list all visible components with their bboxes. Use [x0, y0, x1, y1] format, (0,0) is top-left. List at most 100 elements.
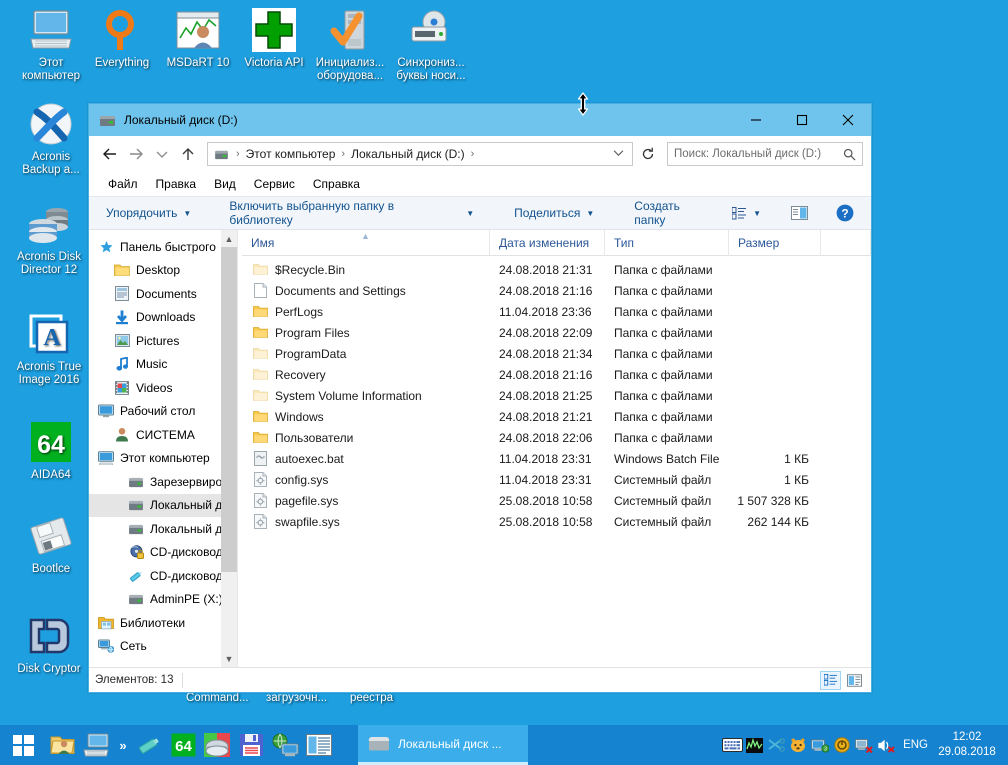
desktop-icon-acronis-disk-director[interactable]: Acronis Disk Director 12 — [2, 200, 96, 277]
nav-item-9[interactable]: Этот компьютер — [89, 447, 237, 471]
file-name-cell[interactable]: swapfile.sys — [242, 514, 490, 529]
on-screen-keyboard-icon[interactable] — [721, 725, 743, 765]
file-list[interactable]: $Recycle.Bin24.08.2018 21:31Папка с файл… — [242, 256, 871, 667]
table-row[interactable]: Documents and Settings24.08.2018 21:16Па… — [242, 280, 871, 301]
recent-locations-chevron-down-icon[interactable] — [149, 141, 175, 167]
nav-item-17[interactable]: Сеть — [89, 635, 237, 659]
file-name-cell[interactable]: ProgramData — [242, 347, 490, 361]
nav-item-14[interactable]: CD-дисковод ( — [89, 564, 237, 588]
table-row[interactable]: PerfLogs11.04.2018 23:36Папка с файлами — [242, 301, 871, 322]
table-row[interactable]: swapfile.sys25.08.2018 10:58Системный фа… — [242, 511, 871, 532]
taskbar[interactable]: » 64 — [0, 725, 1008, 765]
explorer-window[interactable]: Локальный диск (D:) — [88, 103, 872, 693]
column-header-3[interactable]: Размер — [729, 230, 821, 256]
nav-item-7[interactable]: Рабочий стол — [89, 400, 237, 424]
forward-arrow-icon[interactable] — [123, 141, 149, 167]
table-row[interactable]: Program Files24.08.2018 22:09Папка с фай… — [242, 322, 871, 343]
volume-muted-icon[interactable] — [875, 725, 897, 765]
address-bar[interactable]: › Этот компьютер › Локальный диск (D:) › — [207, 142, 633, 166]
nav-item-16[interactable]: Библиотеки — [89, 611, 237, 635]
view-options-button[interactable]: ▼ — [723, 202, 770, 225]
nav-item-4[interactable]: Pictures — [89, 329, 237, 353]
file-name-cell[interactable]: Recovery — [242, 368, 490, 382]
file-name-cell[interactable]: Program Files — [242, 326, 490, 340]
column-header-2[interactable]: Тип — [605, 230, 729, 256]
taskbar-overflow-chevron[interactable]: » — [114, 738, 132, 753]
nav-item-6[interactable]: Videos — [89, 376, 237, 400]
nav-item-1[interactable]: Desktop — [89, 259, 237, 283]
desktop-icon-aida64[interactable]: 64 AIDA64 — [8, 418, 94, 482]
nav-item-15[interactable]: AdminPE (X:) — [89, 588, 237, 612]
desktop-icon-everything[interactable]: Everything — [79, 6, 165, 70]
menu-edit[interactable]: Правка — [147, 175, 206, 193]
menu-file[interactable]: Файл — [99, 175, 147, 193]
taskbar-aida64-button[interactable]: 64 — [166, 725, 200, 765]
file-name-cell[interactable]: PerfLogs — [242, 305, 490, 319]
large-icons-view-icon[interactable] — [844, 671, 865, 690]
breadcrumb-local-disk-d[interactable]: Локальный диск (D:) — [349, 147, 467, 161]
clock[interactable]: 12:02 29.08.2018 — [938, 730, 1004, 760]
network-share-icon[interactable]: 3 — [809, 725, 831, 765]
table-row[interactable]: autoexec.bat11.04.2018 23:31Windows Batc… — [242, 448, 871, 469]
desktop-icon-victoria-api[interactable]: Victoria API — [231, 6, 317, 70]
desktop-icon-acronis-true-image[interactable]: A Acronis True Image 2016 — [2, 310, 96, 387]
nav-item-13[interactable]: CD-дисковод ( — [89, 541, 237, 565]
breadcrumb-this-pc[interactable]: Этот компьютер — [244, 147, 338, 161]
file-pane[interactable]: ▲ИмяДата измененияТипРазмер $Recycle.Bin… — [242, 230, 871, 667]
menu-tools[interactable]: Сервис — [245, 175, 304, 193]
nav-item-5[interactable]: Music — [89, 353, 237, 377]
nav-item-0[interactable]: Панель быстрого — [89, 235, 237, 259]
taskbar-usb-flash-button[interactable] — [132, 725, 166, 765]
file-name-cell[interactable]: autoexec.bat — [242, 451, 490, 466]
desktop[interactable]: Этот компьютер Acronis Backup a... — [0, 0, 1008, 725]
nav-item-2[interactable]: Documents — [89, 282, 237, 306]
column-header-1[interactable]: Дата изменения — [490, 230, 605, 256]
search-icon[interactable] — [843, 148, 856, 161]
menu-help[interactable]: Справка — [304, 175, 369, 193]
column-header-0[interactable]: ▲Имя — [242, 230, 490, 256]
address-chevron-down-icon[interactable] — [607, 148, 630, 160]
desktop-icon-msdart[interactable]: MSDaRT 10 — [155, 6, 241, 70]
table-row[interactable]: System Volume Information24.08.2018 21:2… — [242, 385, 871, 406]
share-button[interactable]: Поделиться ▼ — [505, 201, 603, 225]
table-row[interactable]: pagefile.sys25.08.2018 10:58Системный фа… — [242, 490, 871, 511]
taskbar-remote-desktop-button[interactable] — [80, 725, 114, 765]
table-row[interactable]: ProgramData24.08.2018 21:34Папка с файла… — [242, 343, 871, 364]
file-name-cell[interactable]: pagefile.sys — [242, 493, 490, 508]
file-name-cell[interactable]: Пользователи — [242, 431, 490, 445]
back-arrow-icon[interactable] — [97, 141, 123, 167]
dog-icon[interactable] — [787, 725, 809, 765]
file-name-cell[interactable]: $Recycle.Bin — [242, 263, 490, 277]
taskbar-network-tool-button[interactable] — [268, 725, 302, 765]
taskbar-text-editor-button[interactable] — [302, 725, 336, 765]
nav-item-8[interactable]: СИСТЕМА — [89, 423, 237, 447]
up-arrow-icon[interactable] — [175, 141, 201, 167]
close-button[interactable] — [825, 104, 871, 136]
file-name-cell[interactable]: Windows — [242, 410, 490, 424]
scroll-thumb[interactable] — [221, 247, 237, 572]
desktop-icon-sync-letters[interactable]: Синхрониз... буквы носи... — [388, 6, 474, 83]
navigation-pane[interactable]: Панель быстрогоDesktopDocumentsDownloads… — [89, 230, 237, 667]
file-name-cell[interactable]: System Volume Information — [242, 389, 490, 403]
search-input[interactable]: Поиск: Локальный диск (D:) — [667, 142, 863, 166]
file-name-cell[interactable]: Documents and Settings — [242, 283, 490, 298]
nav-item-10[interactable]: Зарезервиров — [89, 470, 237, 494]
desktop-icon-bootice[interactable]: Bootlce — [8, 512, 94, 576]
new-folder-button[interactable]: Создать папку — [625, 194, 723, 232]
scroll-up-icon[interactable]: ▲ — [221, 230, 237, 247]
help-button[interactable]: ? — [827, 199, 863, 227]
language-indicator[interactable]: ENG — [897, 739, 938, 751]
minimize-button[interactable] — [733, 104, 779, 136]
equalizer-icon[interactable] — [743, 725, 765, 765]
window-titlebar[interactable]: Локальный диск (D:) — [89, 104, 871, 136]
table-row[interactable]: config.sys11.04.2018 23:31Системный файл… — [242, 469, 871, 490]
taskbar-window-local-disk[interactable]: Локальный диск ... — [358, 725, 528, 765]
nav-item-12[interactable]: Локальный ди — [89, 517, 237, 541]
start-button[interactable] — [0, 725, 46, 765]
table-row[interactable]: $Recycle.Bin24.08.2018 21:31Папка с файл… — [242, 259, 871, 280]
scroll-down-icon[interactable]: ▼ — [221, 650, 237, 667]
table-row[interactable]: Windows24.08.2018 21:21Папка с файлами — [242, 406, 871, 427]
scissors-icon[interactable] — [765, 725, 787, 765]
details-view-icon[interactable] — [820, 671, 841, 690]
nav-item-11[interactable]: Локальный ди — [89, 494, 237, 518]
